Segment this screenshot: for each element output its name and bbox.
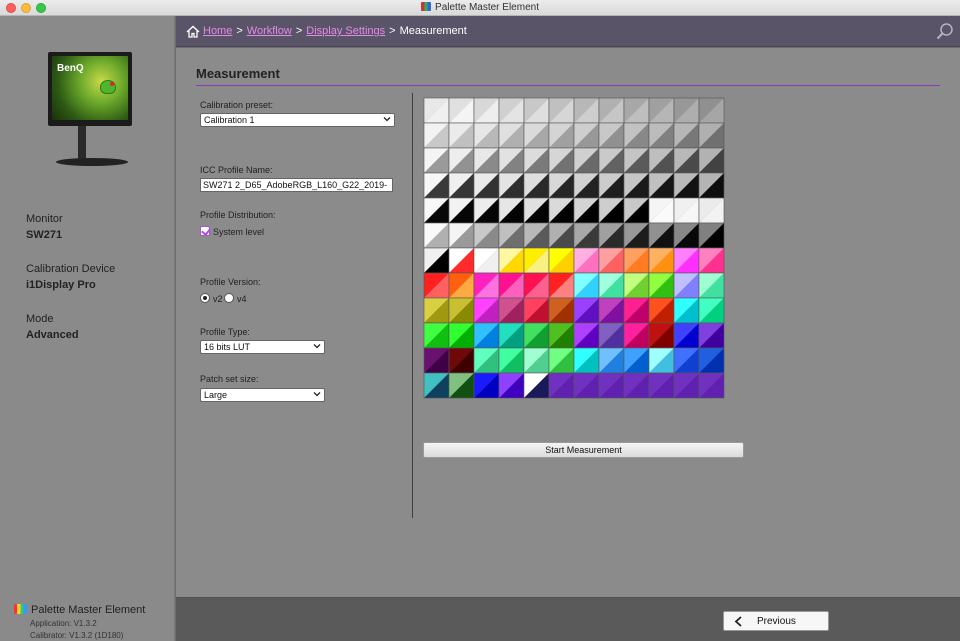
chevron-down-icon — [313, 344, 321, 349]
system-level-label: System level — [213, 227, 265, 237]
app-icon — [421, 2, 432, 11]
profile-type-label: Profile Type: — [200, 327, 250, 337]
version-v2-label: v2 — [213, 294, 223, 304]
monitor-brand-logo: BenQ — [57, 63, 84, 74]
app-brand: Palette Master Element — [14, 604, 145, 616]
home-icon[interactable] — [186, 25, 200, 38]
color-patch-grid — [423, 97, 725, 399]
monitor-value: SW271 — [26, 229, 63, 241]
previous-button[interactable]: Previous — [723, 611, 829, 631]
header-bar: Home > Workflow > Display Settings > Measureme… — [176, 16, 960, 47]
app-version: Application: V1.3.2 — [30, 619, 97, 628]
breadcrumb-home[interactable]: Home — [203, 25, 232, 37]
calibration-preset-select[interactable]: Calibration 1 — [200, 113, 395, 127]
device-label: Calibration Device — [26, 263, 116, 275]
version-v4-label: v4 — [237, 294, 247, 304]
bottom-bar: Previous — [176, 597, 960, 641]
profile-version-label: Profile Version: — [200, 277, 261, 287]
chevron-left-icon — [734, 616, 742, 627]
monitor-label: Monitor — [26, 213, 63, 225]
monitor-image: BenQ — [48, 52, 132, 166]
calibration-preset-label: Calibration preset: — [200, 100, 274, 110]
calibrator-version: Calibrator: V1.3.2 (1D180) — [30, 631, 124, 640]
patch-set-size-label: Patch set size: — [200, 374, 259, 384]
breadcrumb-current: Measurement — [399, 25, 467, 37]
version-v4-radio[interactable] — [224, 293, 234, 303]
icc-profile-name-input[interactable]: SW271 2_D65_AdobeRGB_L160_G22_2019- — [200, 178, 393, 192]
chevron-down-icon — [383, 117, 391, 122]
version-v2-radio[interactable] — [200, 293, 210, 303]
palette-logo-icon — [14, 604, 27, 614]
section-title: Measurement — [196, 66, 280, 81]
title-bar: Palette Master Element — [0, 0, 960, 16]
mode-label: Mode — [26, 313, 54, 325]
search-icon[interactable] — [936, 22, 954, 40]
profile-type-select[interactable]: 16 bits LUT — [200, 340, 325, 354]
vertical-divider — [412, 93, 413, 518]
title-divider — [196, 85, 940, 86]
mode-value: Advanced — [26, 329, 79, 341]
start-measurement-button[interactable]: Start Measurement — [423, 442, 744, 458]
patch-set-size-select[interactable]: Large — [200, 388, 325, 402]
device-value: i1Display Pro — [26, 279, 96, 291]
main-panel: Measurement Calibration preset: Calibrat… — [176, 48, 960, 597]
system-level-checkbox[interactable] — [200, 226, 210, 236]
sidebar: BenQ Monitor SW271 Calibration Device i1… — [0, 16, 175, 641]
icc-profile-label: ICC Profile Name: — [200, 165, 273, 175]
profile-distribution-label: Profile Distribution: — [200, 210, 276, 220]
window-title: Palette Master Element — [0, 2, 960, 13]
breadcrumb: Home > Workflow > Display Settings > Measureme… — [203, 25, 467, 37]
chevron-down-icon — [313, 392, 321, 397]
breadcrumb-workflow[interactable]: Workflow — [247, 25, 292, 37]
breadcrumb-display-settings[interactable]: Display Settings — [306, 25, 385, 37]
